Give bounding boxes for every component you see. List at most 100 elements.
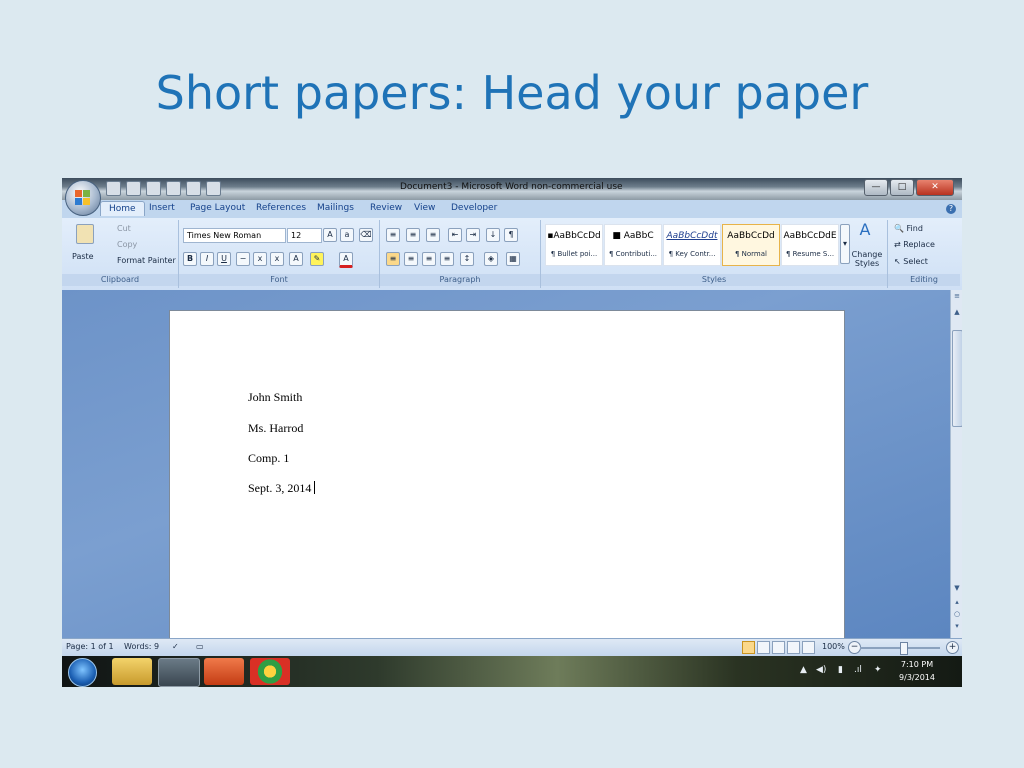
draft-icon[interactable] xyxy=(802,641,815,654)
font-color-icon[interactable]: A xyxy=(339,252,353,268)
save-icon[interactable] xyxy=(106,181,121,196)
doc-line-teacher[interactable]: Ms. Harrod xyxy=(248,421,303,436)
align-center-icon[interactable]: ≡ xyxy=(404,252,418,266)
tab-insert[interactable]: Insert xyxy=(149,203,175,213)
style-contributions[interactable]: ■ AaBbC ¶ Contributi... xyxy=(604,224,662,266)
increase-indent-icon[interactable]: ⇥ xyxy=(466,228,480,242)
show-hidden-icons[interactable]: ▲ xyxy=(800,665,807,675)
grow-font-icon[interactable]: A xyxy=(323,228,337,242)
powerpoint-taskbar-icon[interactable] xyxy=(204,658,244,685)
new-document-icon[interactable] xyxy=(186,181,201,196)
style-normal[interactable]: AaBbCcDd ¶ Normal xyxy=(722,224,780,266)
document-workspace: John Smith Ms. Harrod Comp. 1 Sept. 3, 2… xyxy=(62,290,950,638)
scroll-up-icon[interactable]: ▲ xyxy=(952,308,962,318)
highlight-icon[interactable]: ✎ xyxy=(310,252,324,266)
change-styles-button[interactable]: Change Styles xyxy=(851,250,883,268)
superscript-icon[interactable]: x xyxy=(270,252,284,266)
chrome-taskbar-icon[interactable] xyxy=(250,658,290,685)
style-key-contribution[interactable]: AaBbCcDdt ¶ Key Contr... xyxy=(663,224,721,266)
tab-references[interactable]: References xyxy=(256,203,306,213)
signal-icon[interactable]: .ıl xyxy=(854,665,862,675)
copy-button[interactable]: Copy xyxy=(117,240,137,249)
justify-icon[interactable]: ≡ xyxy=(440,252,454,266)
style-resume[interactable]: AaBbCcDdE ¶ Resume S... xyxy=(781,224,839,266)
print-layout-icon[interactable] xyxy=(742,641,755,654)
tab-view[interactable]: View xyxy=(414,203,435,213)
paste-button[interactable]: Paste xyxy=(72,252,94,261)
minimize-button[interactable]: — xyxy=(864,179,888,196)
vertical-scrollbar[interactable]: ≡ ▲ ▼ ▴ ○ ▾ xyxy=(950,290,962,638)
borders-icon[interactable]: ▦ xyxy=(506,252,520,266)
subscript-icon[interactable]: x xyxy=(253,252,267,266)
paste-icon[interactable] xyxy=(76,224,94,244)
tab-mailings[interactable]: Mailings xyxy=(317,203,354,213)
clear-format-icon[interactable]: ⌫ xyxy=(359,228,373,242)
doc-line-name[interactable]: John Smith xyxy=(248,390,302,405)
doc-line-date[interactable]: Sept. 3, 2014 xyxy=(248,481,316,496)
find-button[interactable]: 🔍 Find xyxy=(894,224,923,233)
style-bullet-point[interactable]: ▪AaBbCcDd ¶ Bullet poi... xyxy=(545,224,603,266)
help-icon[interactable]: ? xyxy=(946,204,956,214)
full-screen-reading-icon[interactable] xyxy=(757,641,770,654)
undo-icon[interactable] xyxy=(126,181,141,196)
line-spacing-icon[interactable]: ↕ xyxy=(460,252,474,266)
align-left-icon[interactable]: ≡ xyxy=(386,252,400,266)
volume-icon[interactable]: ◀) xyxy=(816,665,826,675)
battery-icon[interactable]: ▮ xyxy=(838,665,843,675)
maximize-button[interactable]: □ xyxy=(890,179,914,196)
shading-icon[interactable]: ◈ xyxy=(484,252,498,266)
spelling-icon[interactable] xyxy=(166,181,181,196)
word-taskbar-icon[interactable] xyxy=(158,658,200,687)
zoom-slider-knob[interactable] xyxy=(900,642,908,655)
align-right-icon[interactable]: ≡ xyxy=(422,252,436,266)
bold-icon[interactable]: B xyxy=(183,252,197,266)
tab-page-layout[interactable]: Page Layout xyxy=(190,203,245,213)
proofing-icon[interactable]: ✓ xyxy=(172,642,179,651)
document-page[interactable]: John Smith Ms. Harrod Comp. 1 Sept. 3, 2… xyxy=(169,310,845,638)
tab-review[interactable]: Review xyxy=(370,203,402,213)
page-count[interactable]: Page: 1 of 1 xyxy=(66,642,114,651)
multilevel-list-icon[interactable]: ≡ xyxy=(426,228,440,242)
styles-scroll-icon[interactable]: ▾ xyxy=(840,224,850,264)
strikethrough-icon[interactable]: − xyxy=(236,252,250,266)
sort-icon[interactable]: ↓ xyxy=(486,228,500,242)
outline-icon[interactable] xyxy=(787,641,800,654)
shrink-font-icon[interactable]: a xyxy=(340,228,354,242)
word-count[interactable]: Words: 9 xyxy=(124,642,159,651)
previous-page-icon[interactable]: ▴ xyxy=(952,598,962,608)
web-layout-icon[interactable] xyxy=(772,641,785,654)
tab-home[interactable]: Home xyxy=(100,201,145,216)
select-button[interactable]: ↖ Select xyxy=(894,257,928,266)
decrease-indent-icon[interactable]: ⇤ xyxy=(448,228,462,242)
dropbox-icon[interactable]: ✦ xyxy=(874,665,882,675)
scroll-thumb[interactable] xyxy=(952,330,962,427)
scroll-down-icon[interactable]: ▼ xyxy=(952,584,962,594)
doc-line-class[interactable]: Comp. 1 xyxy=(248,451,289,466)
numbering-icon[interactable]: ≡ xyxy=(406,228,420,242)
close-button[interactable]: ✕ xyxy=(916,179,954,196)
print-preview-icon[interactable] xyxy=(206,181,221,196)
office-button[interactable] xyxy=(65,180,101,216)
next-page-icon[interactable]: ▾ xyxy=(952,622,962,632)
redo-icon[interactable] xyxy=(146,181,161,196)
ruler-toggle-icon[interactable]: ≡ xyxy=(952,292,962,302)
cut-button[interactable]: Cut xyxy=(117,224,131,233)
tab-developer[interactable]: Developer xyxy=(451,203,497,213)
font-size-box[interactable]: 12 xyxy=(287,228,322,243)
style-name: ¶ Normal xyxy=(734,250,767,258)
change-case-icon[interactable]: A xyxy=(289,252,303,266)
font-name-box[interactable]: Times New Roman xyxy=(183,228,286,243)
explorer-taskbar-icon[interactable] xyxy=(112,658,152,685)
browse-object-icon[interactable]: ○ xyxy=(952,610,962,620)
bullets-icon[interactable]: ≡ xyxy=(386,228,400,242)
system-clock[interactable]: 7:10 PM 9/3/2014 xyxy=(892,658,942,684)
macro-icon[interactable]: ▭ xyxy=(196,642,204,651)
underline-icon[interactable]: U xyxy=(217,252,231,266)
zoom-level[interactable]: 100% xyxy=(822,642,845,651)
format-painter-button[interactable]: Format Painter xyxy=(117,256,176,265)
replace-button[interactable]: ⇄ Replace xyxy=(894,240,935,249)
show-marks-icon[interactable]: ¶ xyxy=(504,228,518,242)
italic-icon[interactable]: I xyxy=(200,252,214,266)
zoom-in-icon[interactable]: + xyxy=(946,641,959,654)
start-button-icon[interactable] xyxy=(68,658,97,687)
